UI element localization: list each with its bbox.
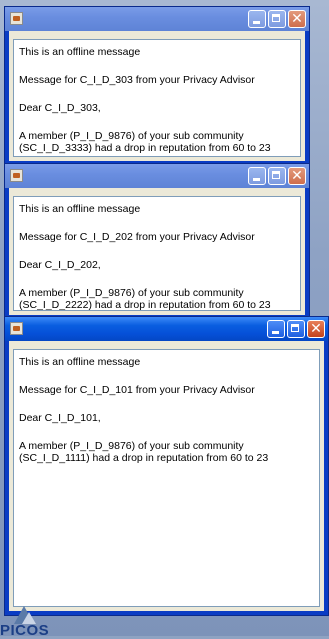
java-app-icon[interactable]: [10, 169, 23, 182]
message-line: A member (P_I_D_9876) of your sub commun…: [19, 287, 271, 311]
window-content: This is an offline message Message for C…: [9, 341, 324, 611]
window-controls: ✕: [248, 167, 306, 185]
maximize-icon: [272, 171, 280, 179]
java-app-icon[interactable]: [10, 12, 23, 25]
message-line: This is an offline message: [19, 356, 141, 368]
message-line: A member (P_I_D_9876) of your sub commun…: [19, 440, 269, 464]
message-line: A member (P_I_D_9876) of your sub commun…: [19, 130, 271, 154]
message-line: This is an offline message: [19, 203, 141, 215]
title-bar[interactable]: ✕: [5, 164, 309, 188]
java-app-icon[interactable]: [10, 322, 23, 335]
window-controls: ✕: [267, 320, 325, 338]
minimize-button[interactable]: [267, 320, 285, 338]
minimize-icon: [272, 331, 279, 334]
message-line: Dear C_I_D_202,: [19, 259, 101, 271]
close-icon: ✕: [291, 168, 303, 184]
message-line: Message for C_I_D_101 from your Privacy …: [19, 384, 255, 396]
minimize-button[interactable]: [248, 10, 266, 28]
close-button[interactable]: ✕: [288, 167, 306, 185]
close-icon: ✕: [310, 321, 322, 337]
maximize-button[interactable]: [268, 167, 286, 185]
message-line: Dear C_I_D_101,: [19, 412, 101, 424]
message-window-3[interactable]: ✕ This is an offline message Message for…: [4, 316, 329, 616]
message-line: This is an offline message: [19, 46, 141, 58]
window-controls: ✕: [248, 10, 306, 28]
message-line: Message for C_I_D_202 from your Privacy …: [19, 231, 255, 243]
message-text-area[interactable]: This is an offline message Message for C…: [13, 39, 301, 157]
minimize-icon: [253, 21, 260, 24]
window-content: This is an offline message Message for C…: [9, 188, 305, 315]
window-content: This is an offline message Message for C…: [9, 31, 305, 161]
title-bar[interactable]: ✕: [5, 317, 328, 341]
message-window-1[interactable]: ✕ This is an offline message Message for…: [4, 6, 310, 166]
minimize-icon: [253, 178, 260, 181]
message-line: Dear C_I_D_303,: [19, 102, 101, 114]
close-button[interactable]: ✕: [288, 10, 306, 28]
picos-logo: PICOS: [0, 604, 80, 639]
maximize-button[interactable]: [287, 320, 305, 338]
logo-text: PICOS: [0, 622, 50, 639]
title-bar[interactable]: ✕: [5, 7, 309, 31]
message-line: Message for C_I_D_303 from your Privacy …: [19, 74, 255, 86]
message-text-area[interactable]: This is an offline message Message for C…: [13, 196, 301, 311]
message-window-2[interactable]: ✕ This is an offline message Message for…: [4, 163, 310, 320]
message-text-area[interactable]: This is an offline message Message for C…: [13, 349, 320, 607]
maximize-icon: [291, 324, 299, 332]
maximize-icon: [272, 14, 280, 22]
close-icon: ✕: [291, 11, 303, 27]
close-button[interactable]: ✕: [307, 320, 325, 338]
maximize-button[interactable]: [268, 10, 286, 28]
minimize-button[interactable]: [248, 167, 266, 185]
